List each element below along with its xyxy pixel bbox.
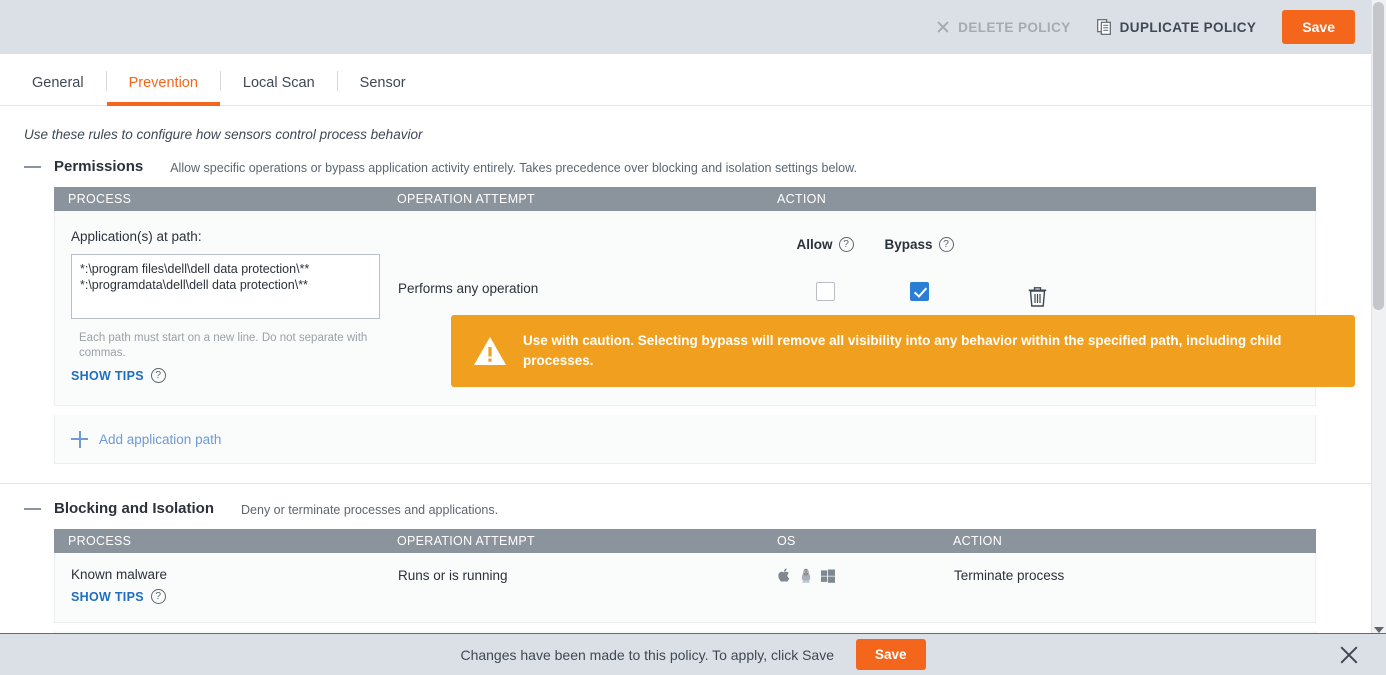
- col-header-process: PROCESS: [68, 192, 132, 206]
- policy-prevention-screen: DELETE POLICY DUPLICATE POLICY Save Gene…: [0, 0, 1386, 675]
- blocking-title: Blocking and Isolation: [54, 500, 215, 517]
- duplicate-policy-label: DUPLICATE POLICY: [1119, 19, 1257, 35]
- help-question-icon[interactable]: ?: [938, 237, 954, 252]
- top-action-bar: DELETE POLICY DUPLICATE POLICY Save: [0, 0, 1371, 54]
- intro-text: Use these rules to configure how sensors…: [24, 127, 423, 142]
- blocking-os-cell: [778, 567, 954, 583]
- permissions-table: PROCESS OPERATION ATTEMPT ACTION Applica…: [54, 187, 1355, 464]
- warning-message: Use with caution. Selecting bypass will …: [523, 333, 1282, 368]
- delete-policy-label: DELETE POLICY: [958, 19, 1071, 35]
- warning-triangle-icon: [474, 336, 506, 365]
- permission-process-cell: Application(s) at path: Each path must s…: [55, 229, 398, 383]
- allow-label: Allow: [796, 237, 833, 252]
- help-question-icon[interactable]: ?: [838, 237, 854, 252]
- show-tips-label: SHOW TIPS: [71, 368, 144, 383]
- vertical-scrollbar[interactable]: [1371, 0, 1386, 633]
- permissions-table-header: PROCESS OPERATION ATTEMPT ACTION: [54, 187, 1316, 211]
- application-path-label: Application(s) at path:: [71, 229, 202, 244]
- allow-checkbox[interactable]: [815, 282, 835, 301]
- apple-icon: [778, 568, 790, 582]
- col-header-operation: OPERATION ATTEMPT: [397, 534, 535, 548]
- col-header-action: ACTION: [777, 192, 827, 206]
- add-application-path-row[interactable]: Add application path: [54, 415, 1316, 464]
- col-header-action: ACTION: [953, 534, 1003, 548]
- col-header-operation: OPERATION ATTEMPT: [397, 192, 535, 206]
- col-header-os: OS: [777, 534, 796, 548]
- tab-general[interactable]: General: [10, 75, 106, 105]
- blocking-process-name: Known malware: [71, 567, 168, 582]
- bypass-label: Bypass: [884, 237, 933, 252]
- permissions-description: Allow specific operations or bypass appl…: [170, 160, 857, 175]
- allow-label-group: Allow ?: [797, 237, 854, 252]
- permissions-section-header: Permissions Allow specific operations or…: [0, 142, 1371, 175]
- table-row: Known malware SHOW TIPS ? Runs or is run…: [54, 553, 1316, 623]
- blocking-section-header: Blocking and Isolation Deny or terminate…: [0, 484, 1371, 517]
- blocking-table-header: PROCESS OPERATION ATTEMPT OS ACTION: [54, 529, 1316, 553]
- show-tips-link[interactable]: SHOW TIPS ?: [71, 368, 398, 383]
- bypass-warning-banner: Use with caution. Selecting bypass will …: [451, 315, 1355, 387]
- windows-icon: [821, 569, 835, 583]
- blocking-action-text: Terminate process: [954, 568, 1065, 583]
- bypass-label-group: Bypass ?: [884, 237, 954, 252]
- add-application-path-label: Add application path: [99, 431, 222, 447]
- tab-sensor[interactable]: Sensor: [338, 75, 428, 105]
- collapse-minus-icon[interactable]: [24, 165, 41, 168]
- main-panel: General Prevention Local Scan Sensor Use…: [0, 54, 1371, 639]
- duplicate-policy-button[interactable]: DUPLICATE POLICY: [1096, 19, 1257, 35]
- help-question-icon[interactable]: ?: [150, 589, 166, 604]
- blocking-operation-text: Runs or is running: [398, 568, 508, 583]
- application-path-input[interactable]: [71, 254, 380, 319]
- tab-prevention[interactable]: Prevention: [106, 75, 221, 106]
- delete-policy-button[interactable]: DELETE POLICY: [936, 20, 1070, 35]
- plus-icon: [71, 430, 88, 448]
- close-x-icon: [936, 20, 950, 34]
- bypass-checkbox[interactable]: [909, 282, 929, 301]
- tab-local-scan[interactable]: Local Scan: [221, 75, 337, 105]
- blocking-process-cell: Known malware SHOW TIPS ?: [55, 567, 398, 604]
- help-question-icon[interactable]: ?: [150, 368, 166, 383]
- tab-bar: General Prevention Local Scan Sensor: [0, 54, 1371, 106]
- close-icon[interactable]: [1338, 644, 1360, 666]
- linux-icon: [801, 568, 811, 583]
- save-button[interactable]: Save: [1282, 10, 1355, 44]
- operation-attempt-text: Performs any operation: [398, 281, 539, 296]
- path-hint-text: Each path must start on a new line. Do n…: [79, 332, 368, 359]
- changes-notification-bar: Changes have been made to this policy. T…: [0, 633, 1386, 675]
- scrollbar-thumb[interactable]: [1373, 2, 1384, 310]
- permissions-title: Permissions: [54, 158, 144, 175]
- blocking-table: PROCESS OPERATION ATTEMPT OS ACTION Know…: [54, 529, 1316, 639]
- collapse-minus-icon[interactable]: [24, 507, 41, 510]
- permission-rule-row: Application(s) at path: Each path must s…: [54, 211, 1355, 406]
- show-tips-link[interactable]: SHOW TIPS ?: [71, 589, 398, 604]
- show-tips-label: SHOW TIPS: [71, 589, 144, 604]
- notification-message: Changes have been made to this policy. T…: [460, 646, 835, 663]
- col-header-process: PROCESS: [68, 534, 132, 548]
- notification-save-button[interactable]: Save: [856, 639, 926, 670]
- blocking-description: Deny or terminate processes and applicat…: [241, 502, 499, 517]
- duplicate-icon: [1096, 19, 1111, 35]
- delete-rule-icon[interactable]: [1028, 286, 1047, 307]
